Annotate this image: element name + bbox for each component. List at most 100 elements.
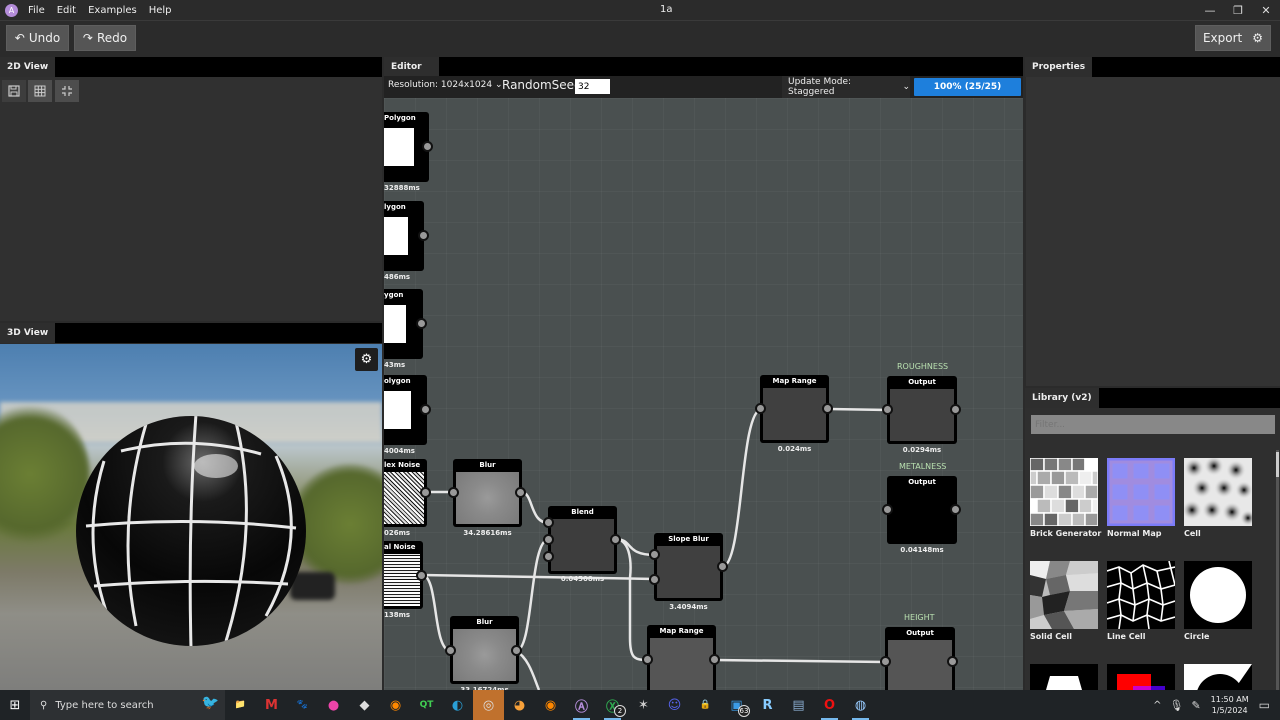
taskbar-app-blender[interactable]: ◉: [380, 690, 411, 720]
output-port[interactable]: [422, 141, 433, 152]
input-port[interactable]: [543, 534, 554, 545]
taskbar-app-inkscape[interactable]: ◆: [349, 690, 380, 720]
undo-button[interactable]: ↶ Undo: [6, 25, 69, 51]
taskbar-app-notepad[interactable]: ▤: [783, 690, 814, 720]
input-port[interactable]: [445, 645, 456, 656]
update-mode-select[interactable]: Update Mode: Staggered ⌄: [782, 76, 910, 98]
input-port[interactable]: [882, 404, 893, 415]
taskbar-app-app-blue[interactable]: ▣ 63: [721, 690, 752, 720]
node-map-range[interactable]: Map Range: [647, 625, 716, 690]
taskbar-app-gimp[interactable]: 🐾: [287, 690, 318, 720]
microphone-icon[interactable]: 🎙: [1169, 699, 1183, 712]
input-port[interactable]: [642, 654, 653, 665]
view3d-settings-button[interactable]: ⚙: [355, 348, 378, 371]
tab-library[interactable]: Library (v2): [1025, 388, 1099, 408]
taskbar-app-steam[interactable]: ◍: [845, 690, 876, 720]
output-port[interactable]: [717, 561, 728, 572]
node-graph-canvas[interactable]: Polygon 32888ms lygon 486ms ygon 43ms ol…: [384, 98, 1023, 690]
view2d-panel[interactable]: [0, 77, 382, 321]
taskbar-app-obs[interactable]: ◎: [473, 690, 504, 720]
output-port[interactable]: [950, 404, 961, 415]
taskbar-app-edge[interactable]: ◐: [442, 690, 473, 720]
tab-editor[interactable]: Editor: [384, 57, 439, 77]
taskbar-app-krita[interactable]: ●: [318, 690, 349, 720]
library-item-cell[interactable]: Cell: [1184, 458, 1254, 538]
library-scrollbar[interactable]: [1276, 450, 1279, 690]
node-output-height[interactable]: Output: [885, 627, 955, 690]
tab-properties[interactable]: Properties: [1025, 57, 1093, 77]
library-filter-input[interactable]: [1031, 415, 1275, 434]
input-port[interactable]: [755, 403, 766, 414]
restore-button[interactable]: ❐: [1224, 0, 1252, 21]
taskbar-app-app-m[interactable]: M: [256, 690, 287, 720]
taskbar-app-qt-creator[interactable]: QT: [411, 690, 442, 720]
input-port[interactable]: [649, 549, 660, 560]
node-slope-blur[interactable]: Slope Blur: [654, 533, 723, 601]
clock[interactable]: 11:50 AM 1/5/2024: [1211, 694, 1249, 716]
menu-examples[interactable]: Examples: [88, 5, 137, 16]
output-port[interactable]: [822, 403, 833, 414]
library-item-trapezoid[interactable]: [1030, 664, 1100, 690]
taskbar-app-opera[interactable]: O: [814, 690, 845, 720]
node-blend[interactable]: Blend: [548, 506, 617, 574]
output-port[interactable]: [947, 656, 958, 667]
menu-edit[interactable]: Edit: [57, 5, 76, 16]
pen-icon[interactable]: ✎: [1191, 699, 1200, 712]
save-icon[interactable]: [2, 80, 26, 102]
output-port[interactable]: [515, 487, 526, 498]
input-port[interactable]: [880, 656, 891, 667]
taskbar-app-app-bug[interactable]: ✶: [628, 690, 659, 720]
library-item-normal-map[interactable]: Normal Map: [1107, 458, 1177, 538]
taskbar-app-texture-app[interactable]: Ⓐ: [566, 690, 597, 720]
node-output-metalness[interactable]: Output: [887, 476, 957, 544]
output-port[interactable]: [416, 318, 427, 329]
library-item-color-blend[interactable]: [1107, 664, 1177, 690]
library-item-line-cell[interactable]: Line Cell: [1107, 561, 1177, 641]
library-item-brick-generator[interactable]: Brick Generator: [1030, 458, 1101, 538]
input-port[interactable]: [649, 574, 660, 585]
redo-button[interactable]: ↷ Redo: [74, 25, 136, 51]
input-port[interactable]: [543, 517, 554, 528]
node-blur[interactable]: Blur: [453, 459, 522, 527]
output-port[interactable]: [709, 654, 720, 665]
taskbar-app-firefox[interactable]: ◕: [504, 690, 535, 720]
output-port[interactable]: [950, 504, 961, 515]
node-output-roughness[interactable]: Output: [887, 376, 957, 444]
random-seed-input[interactable]: [575, 79, 610, 94]
tab-2d-view[interactable]: 2D View: [0, 57, 56, 77]
library-item-shape[interactable]: [1184, 664, 1254, 690]
taskbar-app-vpn[interactable]: 🔒: [690, 690, 721, 720]
input-port[interactable]: [882, 504, 893, 515]
tab-3d-view[interactable]: 3D View: [0, 323, 56, 343]
output-port[interactable]: [416, 570, 427, 581]
minimize-button[interactable]: —: [1196, 0, 1224, 21]
grid-icon[interactable]: [28, 80, 52, 102]
menu-help[interactable]: Help: [149, 5, 172, 16]
input-port[interactable]: [543, 551, 554, 562]
start-button[interactable]: ⊞: [0, 690, 30, 720]
input-port[interactable]: [448, 487, 459, 498]
library-item-circle[interactable]: Circle: [1184, 561, 1254, 641]
taskbar-app-app-r[interactable]: R: [752, 690, 783, 720]
node-map-range[interactable]: Map Range: [760, 375, 829, 443]
output-port[interactable]: [418, 230, 429, 241]
close-button[interactable]: ✕: [1252, 0, 1280, 21]
resolution-select[interactable]: Resolution: 1024x1024 ⌄: [388, 80, 502, 90]
library-item-solid-cell[interactable]: Solid Cell: [1030, 561, 1100, 641]
menu-file[interactable]: File: [28, 5, 45, 16]
node-blur[interactable]: Blur: [450, 616, 519, 684]
taskbar-app-xbox[interactable]: Ⓧ 2: [597, 690, 628, 720]
output-port[interactable]: [511, 645, 522, 656]
output-port[interactable]: [420, 404, 431, 415]
output-port[interactable]: [610, 534, 621, 545]
taskbar-app-discord[interactable]: ☺: [659, 690, 690, 720]
export-button[interactable]: Export ⚙: [1195, 25, 1271, 51]
taskbar-search[interactable]: ⚲ Type here to search 🐦: [30, 690, 225, 720]
chevron-up-icon[interactable]: ^: [1153, 700, 1161, 711]
taskbar-app-file-explorer[interactable]: 📁: [225, 690, 256, 720]
output-port[interactable]: [420, 487, 431, 498]
library-scrollbar-thumb[interactable]: [1276, 452, 1279, 477]
fit-icon[interactable]: [55, 80, 79, 102]
notification-icon[interactable]: ▭: [1259, 698, 1270, 712]
taskbar-app-blender-2[interactable]: ◉: [535, 690, 566, 720]
